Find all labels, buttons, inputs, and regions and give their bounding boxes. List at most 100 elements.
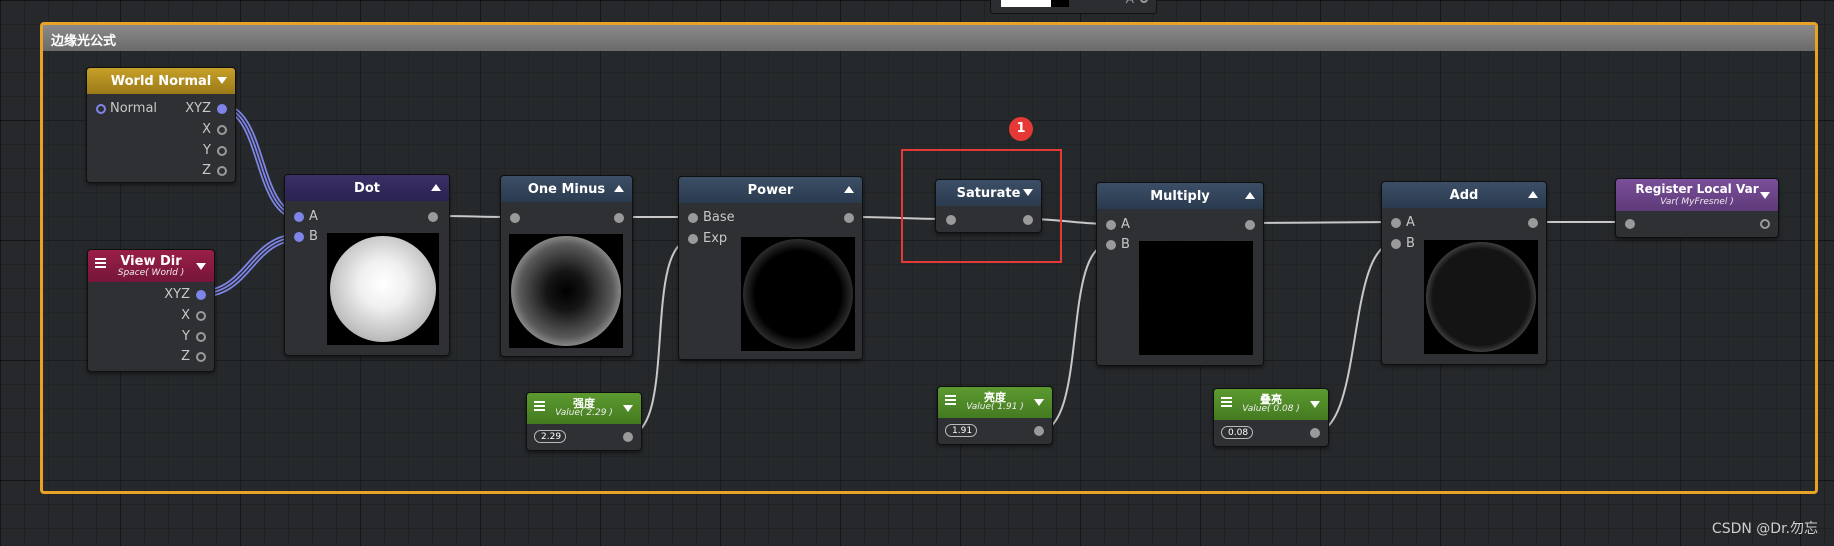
output-pin-y[interactable] bbox=[217, 146, 227, 156]
collapse-arrow-icon[interactable] bbox=[1034, 399, 1044, 406]
port-label-x: X bbox=[181, 308, 190, 323]
port-label-z: Z bbox=[181, 349, 190, 364]
node-header[interactable]: Power bbox=[679, 177, 862, 203]
collapse-arrow-icon[interactable] bbox=[196, 263, 206, 270]
port-label-b: B bbox=[309, 229, 318, 244]
preview-sphere bbox=[1141, 243, 1251, 353]
collapse-arrow-icon[interactable] bbox=[623, 405, 633, 412]
input-pin-a[interactable] bbox=[1106, 220, 1116, 230]
node-multiply[interactable]: Multiply A B bbox=[1096, 182, 1264, 366]
value-field[interactable]: 2.29 bbox=[534, 430, 566, 443]
node-intensity-param[interactable]: 强度 Value( 2.29 ) 2.29 bbox=[526, 392, 642, 451]
preview-sphere bbox=[1426, 242, 1536, 352]
node-dot[interactable]: Dot A B bbox=[284, 174, 450, 356]
port-label-a: A bbox=[309, 209, 318, 224]
node-header[interactable]: Multiply bbox=[1097, 183, 1263, 209]
node-header[interactable]: Add bbox=[1382, 182, 1546, 208]
node-title: One Minus bbox=[527, 182, 606, 197]
port-label-xyz: XYZ bbox=[185, 101, 211, 116]
collapse-arrow-icon[interactable] bbox=[844, 186, 854, 193]
collapse-arrow-icon[interactable] bbox=[431, 184, 441, 191]
output-pin-x[interactable] bbox=[196, 311, 206, 321]
preview-window bbox=[741, 237, 855, 351]
port-label-z: Z bbox=[202, 163, 211, 178]
output-pin[interactable] bbox=[1034, 426, 1044, 436]
annotation-badge: 1 bbox=[1009, 117, 1033, 141]
port-label-a: A bbox=[1406, 215, 1415, 230]
node-power[interactable]: Power Base Exp bbox=[678, 176, 863, 360]
port-label-base: Base bbox=[703, 210, 735, 225]
preview-sphere bbox=[511, 236, 621, 346]
output-pin-x[interactable] bbox=[217, 125, 227, 135]
node-header[interactable]: One Minus bbox=[501, 176, 632, 202]
collapse-arrow-icon[interactable] bbox=[1760, 192, 1770, 199]
node-header[interactable]: View Dir Space( World ) bbox=[88, 250, 214, 282]
input-pin-exp[interactable] bbox=[688, 234, 698, 244]
input-pin-base[interactable] bbox=[688, 213, 698, 223]
input-pin-a[interactable] bbox=[294, 212, 304, 222]
node-header[interactable]: 亮度 Value( 1.91 ) bbox=[938, 387, 1052, 418]
node-title: Register Local Var bbox=[1635, 182, 1759, 196]
input-pin[interactable] bbox=[510, 213, 520, 223]
output-pin-xyz[interactable] bbox=[217, 104, 227, 114]
input-pin-normal[interactable] bbox=[96, 104, 106, 114]
output-pin-z[interactable] bbox=[217, 166, 227, 176]
preview-sphere bbox=[743, 239, 853, 349]
output-pin[interactable] bbox=[1528, 218, 1538, 228]
node-subtitle: Var( MyFresnel ) bbox=[1660, 197, 1734, 207]
node-overlay-param[interactable]: 叠亮 Value( 0.08 ) 0.08 bbox=[1213, 388, 1329, 447]
collapse-arrow-icon[interactable] bbox=[217, 77, 227, 84]
node-world-normal[interactable]: World Normal Normal XYZ X Y Z bbox=[86, 67, 236, 183]
output-pin-z[interactable] bbox=[196, 352, 206, 362]
output-pin[interactable] bbox=[623, 432, 633, 442]
port-label-y: Y bbox=[203, 143, 211, 158]
node-add[interactable]: Add A B bbox=[1381, 181, 1547, 365]
collapse-arrow-icon[interactable] bbox=[1245, 192, 1255, 199]
watermark: CSDN @Dr.勿忘 bbox=[1711, 521, 1818, 537]
output-pin[interactable] bbox=[614, 213, 624, 223]
input-pin-b[interactable] bbox=[1106, 240, 1116, 250]
output-pin[interactable] bbox=[1310, 428, 1320, 438]
port-label-b: B bbox=[1406, 236, 1415, 251]
node-brightness-param[interactable]: 亮度 Value( 1.91 ) 1.91 bbox=[937, 386, 1053, 445]
node-title: World Normal bbox=[110, 74, 212, 89]
input-pin-a[interactable] bbox=[1391, 218, 1401, 228]
node-header[interactable]: Dot bbox=[285, 175, 449, 201]
input-pin[interactable] bbox=[1625, 219, 1635, 229]
connection-wires bbox=[198, 103, 1628, 437]
annotation-highlight-box bbox=[901, 149, 1062, 263]
node-title: Add bbox=[1449, 188, 1479, 203]
node-register-local-var[interactable]: Register Local Var Var( MyFresnel ) bbox=[1615, 178, 1779, 238]
collapse-arrow-icon[interactable] bbox=[1528, 191, 1538, 198]
port-label-b: B bbox=[1121, 237, 1130, 252]
output-pin[interactable] bbox=[1245, 220, 1255, 230]
node-header[interactable]: 叠亮 Value( 0.08 ) bbox=[1214, 389, 1328, 420]
output-pin[interactable] bbox=[844, 213, 854, 223]
port-label-normal: Normal bbox=[110, 101, 158, 116]
preview-window bbox=[327, 233, 439, 345]
port-label-xyz: XYZ bbox=[164, 287, 190, 302]
output-pin[interactable] bbox=[428, 212, 438, 222]
preview-window bbox=[1139, 241, 1253, 355]
port-label-y: Y bbox=[182, 329, 190, 344]
node-header[interactable]: Register Local Var Var( MyFresnel ) bbox=[1616, 179, 1778, 211]
preview-window bbox=[509, 234, 623, 348]
preview-sphere bbox=[330, 236, 436, 342]
node-header[interactable]: 强度 Value( 2.29 ) bbox=[527, 393, 641, 424]
output-pin-xyz[interactable] bbox=[196, 290, 206, 300]
input-pin-b[interactable] bbox=[294, 232, 304, 242]
node-title: Dot bbox=[354, 181, 380, 196]
collapse-arrow-icon[interactable] bbox=[1310, 401, 1320, 408]
node-one-minus[interactable]: One Minus bbox=[500, 175, 633, 357]
node-title: Multiply bbox=[1150, 189, 1210, 204]
value-field[interactable]: 0.08 bbox=[1221, 426, 1253, 439]
output-pin[interactable] bbox=[1760, 219, 1770, 229]
input-pin-b[interactable] bbox=[1391, 239, 1401, 249]
node-header[interactable]: World Normal bbox=[87, 68, 235, 94]
value-field[interactable]: 1.91 bbox=[945, 424, 977, 437]
node-view-dir[interactable]: View Dir Space( World ) XYZ X Y Z bbox=[87, 249, 215, 372]
output-pin-y[interactable] bbox=[196, 332, 206, 342]
collapse-arrow-icon[interactable] bbox=[614, 185, 624, 192]
preview-window bbox=[1424, 240, 1538, 354]
port-label-a: A bbox=[1121, 217, 1130, 232]
